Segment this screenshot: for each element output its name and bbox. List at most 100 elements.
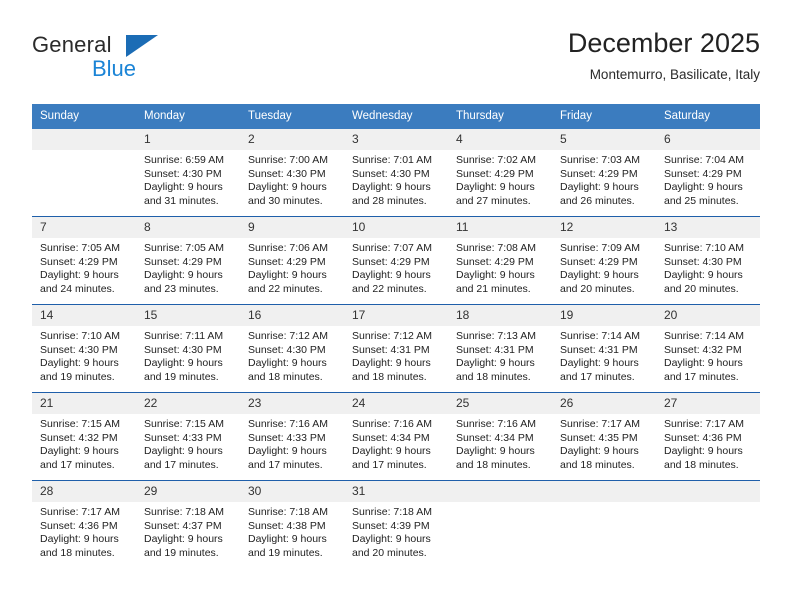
day-daylight-line: Daylight: 9 hours <box>248 357 327 369</box>
day-sun-info: Sunrise: 7:15 AM Sunset: 4:32 PM Daylight:… <box>32 414 136 480</box>
calendar-day-cell[interactable]: 14 Sunrise: 7:10 AM Sunset: 4:30 PM Dayligh… <box>32 304 136 393</box>
day-daylight-line: Daylight: 9 hours <box>352 357 431 369</box>
calendar-day-cell[interactable]: 25 Sunrise: 7:16 AM Sunset: 4:34 PM Dayligh… <box>448 392 552 481</box>
calendar-day-cell[interactable]: 6 Sunrise: 7:04 AM Sunset: 4:29 PM Daylight… <box>656 129 760 217</box>
calendar-week-row: 28 Sunrise: 7:17 AM Sunset: 4:36 PM Dayligh… <box>32 480 760 568</box>
calendar-day-cell[interactable]: 17 Sunrise: 7:12 AM Sunset: 4:31 PM Dayligh… <box>344 304 448 393</box>
calendar-day-cell-empty <box>552 480 656 568</box>
calendar-day-cell[interactable]: 28 Sunrise: 7:17 AM Sunset: 4:36 PM Dayligh… <box>32 480 136 568</box>
day-sun-info: Sunrise: 7:04 AM Sunset: 4:29 PM Daylight:… <box>656 150 760 216</box>
weekday-header-wednesday: Wednesday <box>344 104 448 129</box>
day-number: 1 <box>136 129 240 150</box>
calendar-day-cell[interactable]: 26 Sunrise: 7:17 AM Sunset: 4:35 PM Dayligh… <box>552 392 656 481</box>
calendar-day-cell[interactable]: 16 Sunrise: 7:12 AM Sunset: 4:30 PM Dayligh… <box>240 304 344 393</box>
day-sun-info: Sunrise: 7:12 AM Sunset: 4:30 PM Daylight:… <box>240 326 344 392</box>
calendar-day-cell[interactable]: 30 Sunrise: 7:18 AM Sunset: 4:38 PM Dayligh… <box>240 480 344 568</box>
day-daylight-line: and 18 minutes. <box>664 458 739 471</box>
day-daylight-line: and 27 minutes. <box>456 194 531 207</box>
calendar-day-cell[interactable]: 21 Sunrise: 7:15 AM Sunset: 4:32 PM Dayligh… <box>32 392 136 481</box>
calendar-day-cell[interactable]: 4 Sunrise: 7:02 AM Sunset: 4:29 PM Daylight… <box>448 129 552 217</box>
calendar-day-cell[interactable]: 19 Sunrise: 7:14 AM Sunset: 4:31 PM Dayligh… <box>552 304 656 393</box>
day-number: 17 <box>344 305 448 326</box>
day-number: 8 <box>136 217 240 238</box>
day-sunrise-line: Sunrise: 7:10 AM <box>40 330 120 342</box>
day-sunset-line: Sunset: 4:31 PM <box>352 343 430 356</box>
day-sunset-line: Sunset: 4:30 PM <box>352 167 430 180</box>
day-daylight-line: and 26 minutes. <box>560 194 635 207</box>
generalblue-logo[interactable]: General Blue <box>32 32 252 90</box>
day-sunrise-line: Sunrise: 7:05 AM <box>40 242 120 254</box>
day-number: 27 <box>656 393 760 414</box>
day-daylight-line: Daylight: 9 hours <box>248 445 327 457</box>
calendar-day-cell[interactable]: 27 Sunrise: 7:17 AM Sunset: 4:36 PM Dayligh… <box>656 392 760 481</box>
day-daylight-line: Daylight: 9 hours <box>560 181 639 193</box>
day-sunset-line: Sunset: 4:29 PM <box>248 255 326 268</box>
day-daylight-line: Daylight: 9 hours <box>352 269 431 281</box>
day-daylight-line: and 19 minutes. <box>144 370 219 383</box>
day-sunset-line: Sunset: 4:39 PM <box>352 519 430 532</box>
day-sun-info: Sunrise: 7:02 AM Sunset: 4:29 PM Daylight:… <box>448 150 552 216</box>
day-sunrise-line: Sunrise: 7:01 AM <box>352 154 432 166</box>
day-sunrise-line: Sunrise: 7:14 AM <box>664 330 744 342</box>
day-sunset-line: Sunset: 4:29 PM <box>40 255 118 268</box>
day-daylight-line: Daylight: 9 hours <box>40 445 119 457</box>
day-number: 31 <box>344 481 448 502</box>
day-daylight-line: and 17 minutes. <box>40 458 115 471</box>
day-daylight-line: Daylight: 9 hours <box>144 269 223 281</box>
day-number: 23 <box>240 393 344 414</box>
calendar-day-cell[interactable]: 22 Sunrise: 7:15 AM Sunset: 4:33 PM Dayligh… <box>136 392 240 481</box>
calendar-day-cell[interactable]: 31 Sunrise: 7:18 AM Sunset: 4:39 PM Dayligh… <box>344 480 448 568</box>
day-sun-info: Sunrise: 7:17 AM Sunset: 4:36 PM Daylight:… <box>32 502 136 568</box>
day-sunrise-line: Sunrise: 7:17 AM <box>560 418 640 430</box>
calendar-day-cell[interactable]: 3 Sunrise: 7:01 AM Sunset: 4:30 PM Daylight… <box>344 129 448 217</box>
day-sun-info: Sunrise: 7:16 AM Sunset: 4:33 PM Daylight:… <box>240 414 344 480</box>
calendar-day-cell[interactable]: 11 Sunrise: 7:08 AM Sunset: 4:29 PM Dayligh… <box>448 216 552 305</box>
day-sunrise-line: Sunrise: 7:12 AM <box>248 330 328 342</box>
day-sunset-line: Sunset: 4:36 PM <box>664 431 742 444</box>
day-sunset-line: Sunset: 4:29 PM <box>560 255 638 268</box>
day-sunset-line: Sunset: 4:38 PM <box>248 519 326 532</box>
weekday-header-friday: Friday <box>552 104 656 129</box>
calendar-day-cell[interactable]: 24 Sunrise: 7:16 AM Sunset: 4:34 PM Dayligh… <box>344 392 448 481</box>
day-sunset-line: Sunset: 4:32 PM <box>664 343 742 356</box>
calendar-day-cell[interactable]: 29 Sunrise: 7:18 AM Sunset: 4:37 PM Dayligh… <box>136 480 240 568</box>
calendar-day-cell[interactable]: 12 Sunrise: 7:09 AM Sunset: 4:29 PM Dayligh… <box>552 216 656 305</box>
calendar-header-row: Sunday Monday Tuesday Wednesday Thursday… <box>32 104 760 129</box>
calendar-day-cell[interactable]: 18 Sunrise: 7:13 AM Sunset: 4:31 PM Dayligh… <box>448 304 552 393</box>
day-daylight-line: Daylight: 9 hours <box>144 445 223 457</box>
calendar-day-cell[interactable]: 5 Sunrise: 7:03 AM Sunset: 4:29 PM Daylight… <box>552 129 656 217</box>
calendar-day-cell[interactable]: 2 Sunrise: 7:00 AM Sunset: 4:30 PM Daylight… <box>240 129 344 217</box>
calendar-day-cell[interactable]: 10 Sunrise: 7:07 AM Sunset: 4:29 PM Dayligh… <box>344 216 448 305</box>
calendar-week-row: 14 Sunrise: 7:10 AM Sunset: 4:30 PM Dayligh… <box>32 304 760 393</box>
calendar-day-cell[interactable]: 20 Sunrise: 7:14 AM Sunset: 4:32 PM Dayligh… <box>656 304 760 393</box>
day-sun-info <box>448 502 552 564</box>
day-sunset-line: Sunset: 4:32 PM <box>40 431 118 444</box>
day-daylight-line: Daylight: 9 hours <box>144 357 223 369</box>
day-sun-info: Sunrise: 7:18 AM Sunset: 4:39 PM Daylight:… <box>344 502 448 568</box>
day-number: 25 <box>448 393 552 414</box>
day-number: 6 <box>656 129 760 150</box>
day-sun-info: Sunrise: 7:00 AM Sunset: 4:30 PM Daylight:… <box>240 150 344 216</box>
day-sunrise-line: Sunrise: 7:15 AM <box>40 418 120 430</box>
day-sunset-line: Sunset: 4:31 PM <box>456 343 534 356</box>
calendar-day-cell[interactable]: 15 Sunrise: 7:11 AM Sunset: 4:30 PM Dayligh… <box>136 304 240 393</box>
day-daylight-line: Daylight: 9 hours <box>456 445 535 457</box>
calendar-day-cell[interactable]: 23 Sunrise: 7:16 AM Sunset: 4:33 PM Dayligh… <box>240 392 344 481</box>
day-sun-info <box>656 502 760 564</box>
calendar-day-cell[interactable]: 1 Sunrise: 6:59 AM Sunset: 4:30 PM Daylight… <box>136 129 240 217</box>
day-sunrise-line: Sunrise: 7:10 AM <box>664 242 744 254</box>
day-daylight-line: Daylight: 9 hours <box>456 269 535 281</box>
day-sunrise-line: Sunrise: 7:16 AM <box>456 418 536 430</box>
calendar-day-cell[interactable]: 8 Sunrise: 7:05 AM Sunset: 4:29 PM Daylight… <box>136 216 240 305</box>
day-daylight-line: and 20 minutes. <box>560 282 635 295</box>
day-daylight-line: Daylight: 9 hours <box>248 181 327 193</box>
day-daylight-line: Daylight: 9 hours <box>456 181 535 193</box>
calendar-day-cell[interactable]: 13 Sunrise: 7:10 AM Sunset: 4:30 PM Dayligh… <box>656 216 760 305</box>
day-sun-info: Sunrise: 7:08 AM Sunset: 4:29 PM Daylight:… <box>448 238 552 304</box>
calendar-day-cell[interactable]: 9 Sunrise: 7:06 AM Sunset: 4:29 PM Daylight… <box>240 216 344 305</box>
day-number: 3 <box>344 129 448 150</box>
calendar-day-cell[interactable]: 7 Sunrise: 7:05 AM Sunset: 4:29 PM Daylight… <box>32 216 136 305</box>
day-number: 21 <box>32 393 136 414</box>
day-daylight-line: Daylight: 9 hours <box>248 269 327 281</box>
day-sun-info: Sunrise: 7:09 AM Sunset: 4:29 PM Daylight:… <box>552 238 656 304</box>
